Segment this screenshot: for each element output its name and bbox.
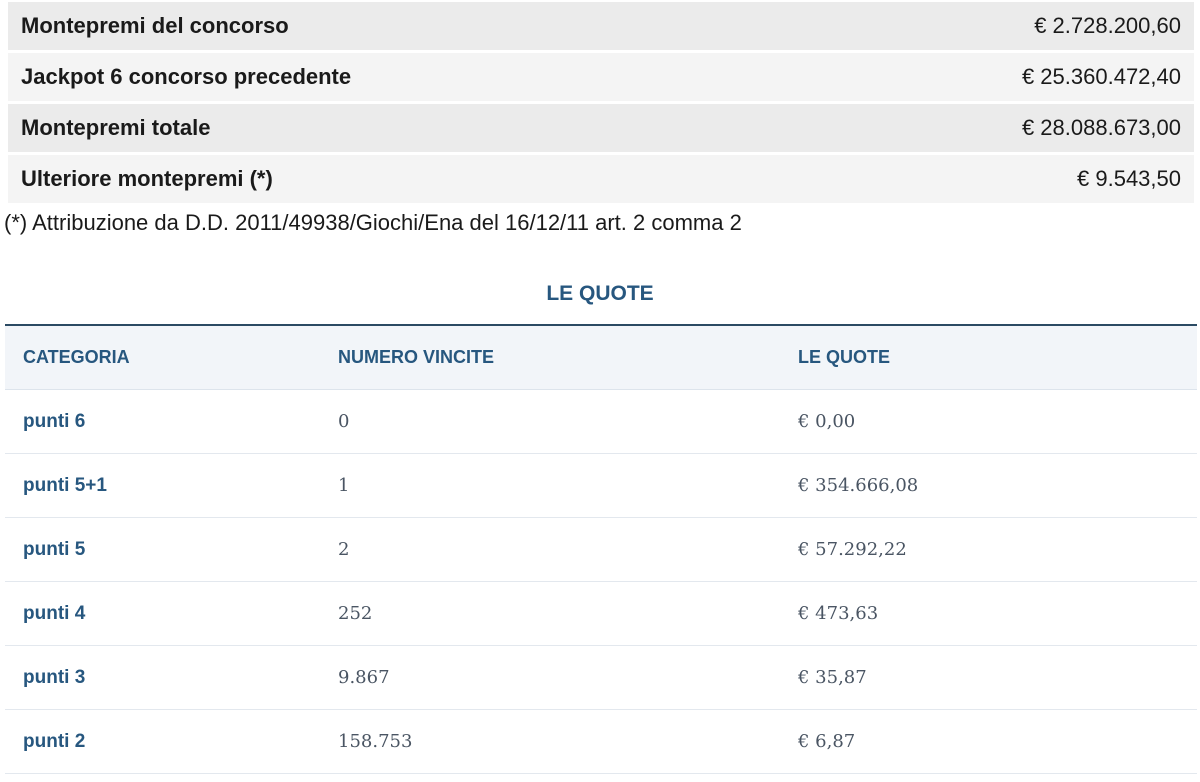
column-header-numero-vincite: NUMERO VINCITE	[338, 347, 495, 367]
summary-label: Montepremi del concorso	[21, 13, 289, 38]
quote-table: CATEGORIA NUMERO VINCITE LE QUOTE punti …	[5, 324, 1197, 774]
table-row: punti 5+1 1 € 354.666,08	[5, 454, 1197, 518]
category-cell: punti 5+1	[23, 474, 107, 496]
summary-row-ulteriore-montepremi: Ulteriore montepremi (*) € 9.543,50	[8, 155, 1194, 203]
winners-count-cell: 158.753	[338, 731, 413, 752]
quota-cell: € 57.292,22	[798, 539, 907, 560]
footnote: (*) Attribuzione da D.D. 2011/49938/Gioc…	[4, 210, 742, 235]
summary-row-montepremi-totale: Montepremi totale € 28.088.673,00	[8, 104, 1194, 152]
summary-value: € 28.088.673,00	[1021, 115, 1181, 140]
summary-label: Ulteriore montepremi (*)	[21, 166, 273, 191]
table-row: punti 3 9.867 € 35,87	[5, 646, 1197, 710]
table-row: punti 2 158.753 € 6,87	[5, 710, 1197, 774]
winners-count-cell: 252	[338, 603, 373, 624]
summary-label: Montepremi totale	[21, 115, 211, 140]
summary-value: € 2.728.200,60	[1034, 13, 1181, 38]
category-cell: punti 6	[23, 410, 86, 432]
prize-summary-table: Montepremi del concorso € 2.728.200,60 J…	[8, 2, 1194, 206]
category-cell: punti 4	[23, 602, 86, 624]
winners-count-cell: 2	[338, 539, 350, 560]
summary-value: € 9.543,50	[1077, 166, 1181, 191]
quota-cell: € 473,63	[798, 603, 879, 624]
summary-row-montepremi-concorso: Montepremi del concorso € 2.728.200,60	[8, 2, 1194, 50]
summary-label: Jackpot 6 concorso precedente	[21, 64, 352, 89]
category-cell: punti 2	[23, 730, 86, 752]
winners-count-cell: 0	[338, 411, 350, 432]
quote-table-header: CATEGORIA NUMERO VINCITE LE QUOTE	[5, 326, 1197, 390]
table-row: punti 5 2 € 57.292,22	[5, 518, 1197, 582]
column-header-categoria: CATEGORIA	[23, 347, 130, 367]
summary-value: € 25.360.472,40	[1021, 64, 1181, 89]
quota-cell: € 0,00	[798, 411, 856, 432]
winners-count-cell: 1	[338, 475, 350, 496]
table-row: punti 4 252 € 473,63	[5, 582, 1197, 646]
quota-cell: € 35,87	[798, 667, 867, 688]
table-row: punti 6 0 € 0,00	[5, 390, 1197, 454]
summary-row-jackpot-precedente: Jackpot 6 concorso precedente € 25.360.4…	[8, 53, 1194, 101]
quota-cell: € 354.666,08	[798, 475, 919, 496]
category-cell: punti 3	[23, 666, 86, 688]
category-cell: punti 5	[23, 538, 86, 560]
column-header-le-quote: LE QUOTE	[798, 347, 891, 367]
quota-cell: € 6,87	[798, 731, 856, 752]
quote-section-title: LE QUOTE	[546, 282, 654, 305]
winners-count-cell: 9.867	[338, 667, 390, 688]
